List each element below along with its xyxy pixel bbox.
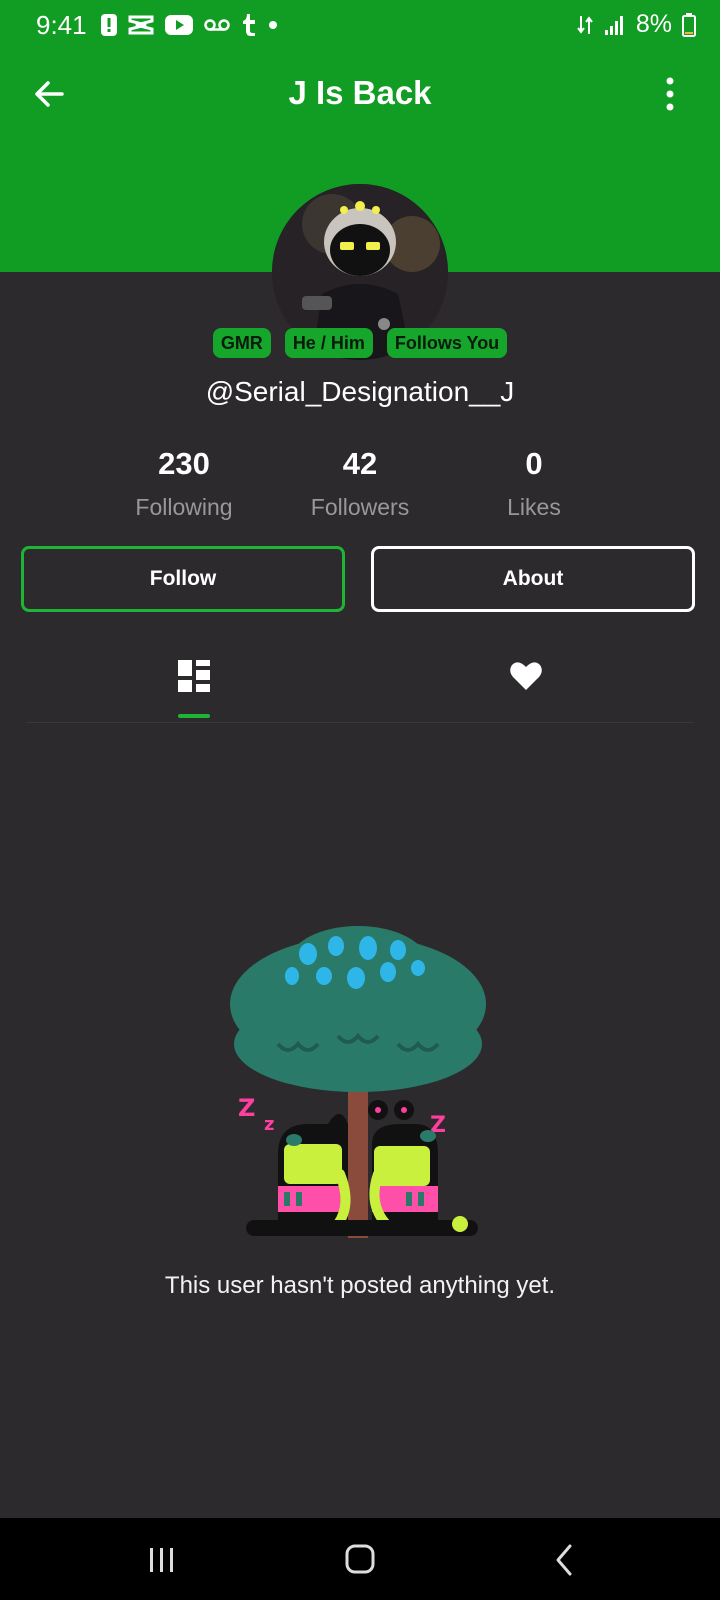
system-icons: 8% <box>576 10 696 39</box>
stat-label: Followers <box>310 494 410 520</box>
badge-pronouns: He / Him <box>284 328 373 358</box>
empty-state-message: This user hasn't posted anything yet. <box>164 1272 556 1299</box>
status-bar: 9:41 8% <box>0 0 720 52</box>
follow-button[interactable]: Follow <box>21 546 345 612</box>
youtube-icon <box>165 15 193 35</box>
active-tab-indicator <box>178 714 210 718</box>
more-vertical-icon[interactable] <box>660 76 680 112</box>
notification-icons <box>100 12 278 38</box>
profile-badges: GMR He / Him Follows You <box>0 328 720 358</box>
system-nav-bar <box>0 1518 720 1600</box>
page-title: J Is Back <box>288 74 432 111</box>
sleeping-characters-illustration: Z z Z <box>230 926 486 1238</box>
stat-likes[interactable]: 0 Likes <box>444 446 624 521</box>
battery-icon <box>682 12 696 37</box>
badge-follows-you: Follows You <box>386 328 508 358</box>
back-icon[interactable] <box>546 1542 586 1578</box>
data-transfer-icon <box>577 15 593 34</box>
profile-stats: 230 Following 42 Followers 0 Likes <box>0 446 720 526</box>
svg-text:Z: Z <box>238 1094 255 1122</box>
home-icon[interactable] <box>340 1542 380 1578</box>
stat-value: 0 <box>525 446 543 481</box>
username-handle: @Serial_Designation__J <box>205 376 515 407</box>
tumblr-icon <box>243 14 255 36</box>
profile-tabs <box>26 640 694 723</box>
signal-icon <box>604 15 623 35</box>
stat-followers[interactable]: 42 Followers <box>270 446 450 521</box>
battery-percent: 8% <box>635 10 672 38</box>
dot-icon <box>269 21 277 29</box>
stat-label: Following <box>135 494 233 520</box>
liked-heart-icon[interactable] <box>506 656 546 696</box>
top-app-bar: J Is Back <box>0 60 720 130</box>
posts-grid-icon[interactable] <box>174 656 214 696</box>
badge: GMR <box>212 328 271 358</box>
stat-label: Likes <box>507 494 561 520</box>
stat-value: 230 <box>158 446 210 481</box>
status-time: 9:41 <box>36 10 87 40</box>
alert-icon <box>101 14 117 36</box>
recent-apps-icon[interactable] <box>142 1542 182 1578</box>
svg-text:z: z <box>264 1114 274 1135</box>
about-button[interactable]: About <box>371 546 695 612</box>
stat-following[interactable]: 230 Following <box>94 446 274 521</box>
voicemail-icon <box>204 19 230 31</box>
capcut-icon <box>128 15 154 35</box>
stat-value: 42 <box>342 446 378 481</box>
